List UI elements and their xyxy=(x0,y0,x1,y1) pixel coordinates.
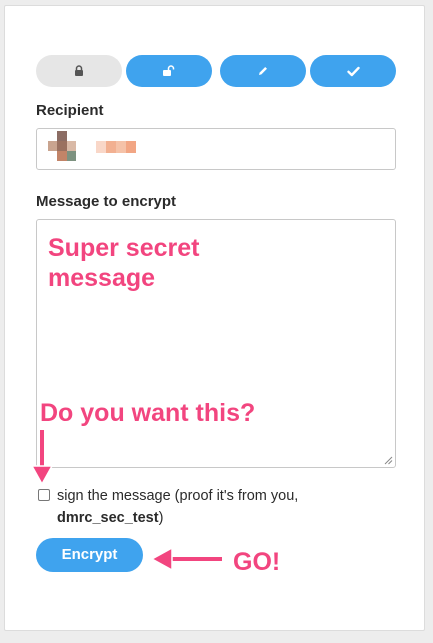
recipient-name-blurred xyxy=(96,141,136,153)
lock-icon xyxy=(75,65,83,76)
recipient-label: Recipient xyxy=(36,102,104,119)
unlock-mode-button[interactable] xyxy=(126,55,212,87)
recipient-input[interactable] xyxy=(36,128,396,170)
sign-mode-button[interactable] xyxy=(220,55,306,87)
sign-label: sign the message (proof it's from you, d… xyxy=(57,485,298,529)
arrow-down-annotation xyxy=(30,430,54,486)
sign-checkbox[interactable] xyxy=(38,489,50,501)
sign-username: dmrc_sec_test xyxy=(57,510,159,526)
encrypt-button[interactable]: Encrypt xyxy=(36,538,143,572)
resize-handle-icon[interactable] xyxy=(384,456,393,465)
lock-mode-button[interactable] xyxy=(36,55,122,87)
sign-label-suffix: ) xyxy=(158,510,164,526)
pencil-icon xyxy=(259,67,267,75)
checkmark-icon xyxy=(346,66,360,76)
message-label: Message to encrypt xyxy=(36,193,177,210)
go-annotation: GO! xyxy=(233,548,281,576)
sign-label-text: sign the message (proof it's from you, xyxy=(57,488,299,504)
verify-mode-button[interactable] xyxy=(310,55,396,87)
arrow-left-annotation xyxy=(150,546,222,572)
sign-callout-annotation: Do you want this? xyxy=(40,399,256,427)
unlock-icon xyxy=(163,65,175,76)
message-annotation: Super secret message xyxy=(48,234,200,292)
